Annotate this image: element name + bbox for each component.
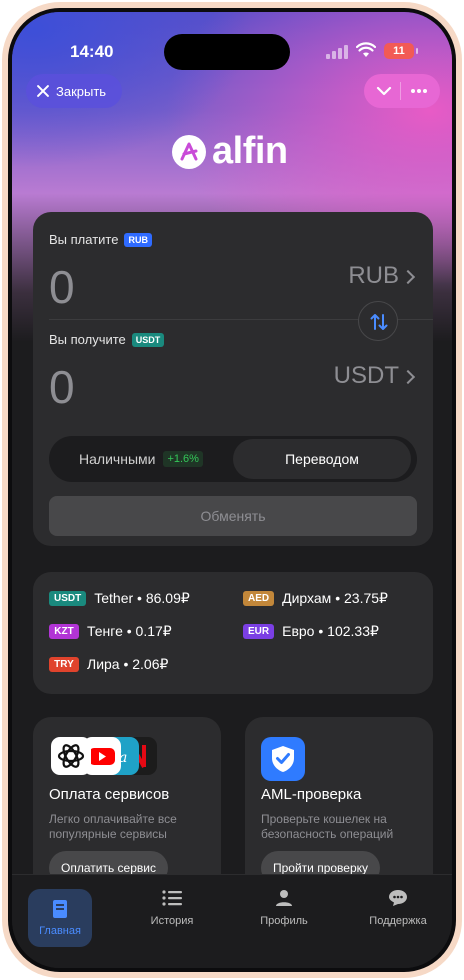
services-title: Оплата сервисов: [49, 786, 170, 803]
mini-app-menu: [364, 74, 440, 108]
pay-amount-input[interactable]: 0: [49, 260, 75, 314]
receive-currency-label: USDT: [333, 362, 399, 389]
app-screen: 14:40 11 Закрыть alfin Вы платите RUB 0 …: [12, 12, 452, 968]
swap-arrows-icon: [370, 314, 388, 330]
rate-text: Евро • 102.33₽: [282, 623, 379, 639]
rate-text: Лира • 2.06₽: [87, 656, 169, 672]
swap-currencies-button[interactable]: [358, 301, 398, 341]
rate-item[interactable]: AED Дирхам • 23.75₽: [243, 590, 388, 607]
close-label: Закрыть: [56, 83, 107, 99]
tab-history-label: История: [150, 915, 194, 927]
pay-label-row: Вы платите RUB: [49, 232, 152, 247]
rate-text: Тенге • 0.17₽: [87, 623, 172, 639]
chatgpt-icon: [51, 737, 91, 775]
pay-label: Вы платите: [49, 232, 119, 247]
services-description: Легко оплачивайте все популярные сервисы: [49, 812, 177, 841]
aml-title: AML-проверка: [261, 786, 362, 803]
rate-item[interactable]: TRY Лира • 2.06₽: [49, 656, 168, 673]
close-button[interactable]: Закрыть: [26, 74, 122, 108]
method-transfer-label: Переводом: [285, 451, 359, 467]
method-transfer-option[interactable]: Переводом: [233, 439, 411, 479]
brand-logo: alfin: [172, 130, 288, 173]
home-card-icon: [53, 900, 67, 918]
wifi-icon: [356, 42, 376, 57]
shield-check-icon: [261, 737, 305, 781]
tab-profile[interactable]: Профиль: [244, 889, 324, 927]
method-cash-label: Наличными: [79, 451, 156, 467]
tab-home-label: Главная: [39, 925, 81, 937]
pay-currency-label: RUB: [348, 262, 399, 289]
receive-amount-input[interactable]: 0: [49, 360, 75, 414]
tab-history[interactable]: История: [132, 889, 212, 927]
phone-frame: 14:40 11 Закрыть alfin Вы платите RUB 0 …: [2, 2, 462, 978]
chevron-right-icon: [400, 369, 416, 385]
rate-code-tag: AED: [243, 591, 275, 606]
exchange-submit-button[interactable]: Обменять: [49, 496, 417, 536]
close-icon: [36, 84, 50, 98]
status-time: 14:40: [70, 42, 114, 61]
brand-name: alfin: [212, 130, 288, 172]
phone-bezel: 14:40 11 Закрыть alfin Вы платите RUB 0 …: [8, 8, 456, 972]
rate-item[interactable]: KZT Тенге • 0.17₽: [49, 623, 172, 640]
rates-card: USDT Tether • 86.09₽ AED Дирхам • 23.75₽…: [33, 572, 433, 694]
tab-home[interactable]: Главная: [28, 889, 92, 947]
tab-profile-label: Профиль: [260, 915, 308, 927]
receive-currency-select[interactable]: USDT: [333, 362, 416, 390]
exchange-card: Вы платите RUB 0 RUB Вы получите USDT 0: [33, 212, 433, 546]
receive-label: Вы получите: [49, 332, 126, 347]
battery-icon: 11: [384, 43, 418, 59]
cash-rate-badge: +1.6%: [163, 451, 203, 467]
aml-description: Проверьте кошелек на безопасность операц…: [261, 812, 394, 841]
pay-currency-tag: RUB: [124, 232, 152, 247]
rate-code-tag: TRY: [49, 657, 79, 672]
chevron-right-icon: [400, 269, 416, 285]
list-icon: [162, 890, 182, 906]
tab-support-label: Поддержка: [369, 915, 427, 927]
person-icon: [276, 890, 292, 906]
method-cash-option[interactable]: Наличными +1.6%: [52, 439, 230, 479]
chat-bubble-icon: [389, 890, 407, 906]
rate-text: Tether • 86.09₽: [94, 590, 190, 606]
menu-divider: [400, 82, 402, 100]
rate-text: Дирхам • 23.75₽: [282, 590, 388, 606]
chevron-down-icon[interactable]: [376, 86, 392, 96]
status-bar: 14:40 11: [12, 34, 452, 70]
receive-label-row: Вы получите USDT: [49, 332, 165, 347]
dynamic-island: [164, 34, 290, 70]
tab-support[interactable]: Поддержка: [358, 889, 438, 927]
bottom-tab-bar: Главная История Профиль Поддержка: [12, 874, 452, 968]
rate-item[interactable]: EUR Евро • 102.33₽: [243, 623, 379, 640]
alfin-logo-icon: [172, 134, 206, 169]
rate-code-tag: KZT: [49, 624, 79, 639]
rate-code-tag: EUR: [243, 624, 275, 639]
more-options-icon[interactable]: [410, 88, 428, 94]
rate-code-tag: USDT: [49, 591, 87, 606]
receive-currency-tag: USDT: [131, 332, 165, 347]
signal-icon: [326, 45, 350, 59]
pay-currency-select[interactable]: RUB: [348, 262, 416, 290]
rate-item[interactable]: USDT Tether • 86.09₽: [49, 590, 190, 607]
payment-method-toggle: Наличными +1.6% Переводом: [49, 436, 417, 482]
